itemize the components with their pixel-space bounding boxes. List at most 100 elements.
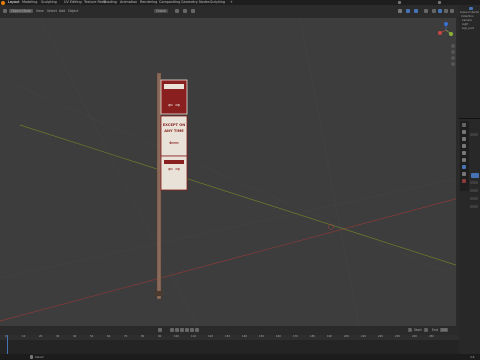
frame-tick: 170 [293, 335, 298, 338]
sign-post-object[interactable]: ⇐ ⇒ EXCEPT ON ANY TIME ⟸ ⇐ ⇒ [155, 72, 188, 300]
y-axis-line [19, 124, 459, 267]
editor-type-icon[interactable] [3, 9, 7, 13]
camera-view-icon[interactable] [451, 56, 455, 60]
outliner-item-light[interactable]: Light [462, 23, 479, 26]
version-label: 3.6 [470, 355, 475, 359]
zoom-icon[interactable] [451, 44, 455, 48]
property-row[interactable] [470, 133, 478, 136]
output-tab-icon[interactable] [462, 137, 466, 141]
view-layer-icon[interactable] [438, 1, 441, 4]
render-tab-icon[interactable] [462, 130, 466, 134]
snap-icon[interactable] [183, 9, 187, 13]
mouse-left-icon [30, 355, 33, 359]
frame-tick: 40 [73, 335, 77, 338]
property-row[interactable] [470, 181, 478, 184]
world-tab-icon[interactable] [462, 158, 466, 162]
sign-bottom-arrow: ⇐ ⇒ [168, 166, 180, 173]
sign-top-strip [164, 84, 184, 89]
prev-keyframe-icon[interactable] [175, 328, 179, 332]
menu-select[interactable]: Select [47, 9, 57, 13]
properties-content [469, 127, 480, 247]
end-frame-label: End [432, 328, 439, 332]
outliner-properties-divider[interactable] [459, 118, 480, 119]
next-keyframe-icon[interactable] [190, 328, 194, 332]
menu-view[interactable]: View [36, 9, 44, 13]
frame-tick: 220 [378, 335, 383, 338]
frame-tick: 210 [361, 335, 366, 338]
gizmo-x-icon[interactable] [438, 31, 442, 35]
scene-tab-icon[interactable] [462, 151, 466, 155]
sign-bottom-stripe [164, 160, 184, 164]
viewport-nav-buttons [451, 44, 455, 66]
viewport-canvas[interactable]: ⇐ ⇒ EXCEPT ON ANY TIME ⟸ ⇐ ⇒ [0, 18, 459, 331]
gizmo-toggle-icon[interactable] [406, 9, 410, 13]
scene-selector-icon[interactable] [398, 1, 401, 4]
play-icon[interactable] [185, 328, 189, 332]
modifier-tab-icon[interactable] [462, 172, 466, 176]
property-row[interactable] [470, 189, 478, 192]
properties-tab-bar [460, 121, 469, 191]
shading-solid-icon[interactable] [438, 9, 442, 13]
sign-pole[interactable] [156, 72, 162, 300]
pan-icon[interactable] [451, 50, 455, 54]
transform-orientation-dropdown[interactable]: Global [154, 9, 169, 13]
frame-tick: 20 [39, 335, 43, 338]
status-bar: Select 3.6 [0, 354, 480, 360]
current-frame-field[interactable]: 1 [408, 328, 413, 332]
navigation-gizmo[interactable] [438, 22, 453, 36]
visibility-icon[interactable] [398, 9, 402, 13]
shading-rendered-icon[interactable] [450, 9, 454, 13]
frame-tick: 30 [56, 335, 60, 338]
property-row[interactable] [470, 197, 478, 200]
outliner-item-camera[interactable]: Camera [462, 19, 479, 22]
blender-logo-icon[interactable] [1, 0, 5, 5]
frame-tick: 80 [141, 335, 145, 338]
menu-add[interactable]: Add [59, 9, 65, 13]
outliner-item-collection[interactable]: Collection [461, 15, 479, 18]
playhead[interactable] [7, 335, 8, 354]
object-tab-icon[interactable] [462, 165, 466, 169]
menu-object[interactable]: Object [68, 9, 78, 13]
perspective-toggle-icon[interactable] [451, 62, 455, 66]
frame-tick: 180 [310, 335, 315, 338]
object-mode-dropdown[interactable]: Object Mode [9, 9, 34, 13]
frame-tick: 50 [90, 335, 94, 338]
outliner-filter-icon[interactable] [469, 7, 473, 10]
jump-end-icon[interactable] [195, 328, 199, 332]
timeline[interactable]: 0 10 20 30 40 50 60 70 80 90 100 110 120… [0, 335, 459, 354]
frame-tick: 130 [225, 335, 230, 338]
pivot-icon[interactable] [175, 9, 179, 13]
sign-top-arrow: ⇐ ⇒ [168, 102, 180, 109]
3d-viewport[interactable]: ⇐ ⇒ EXCEPT ON ANY TIME ⟸ ⇐ ⇒ [0, 18, 459, 331]
proportional-edit-icon[interactable] [191, 9, 195, 13]
play-reverse-icon[interactable] [180, 328, 184, 332]
end-frame-field[interactable]: 250 [440, 328, 449, 332]
view-layer-tab-icon[interactable] [462, 144, 466, 148]
gizmo-y-icon[interactable] [449, 32, 453, 36]
frame-tick: 240 [412, 335, 417, 338]
shading-material-icon[interactable] [444, 9, 448, 13]
overlay-toggle-icon[interactable] [414, 9, 418, 13]
gizmo-z-icon[interactable] [444, 22, 448, 26]
jump-start-icon[interactable] [170, 328, 174, 332]
material-tab-icon[interactable] [462, 179, 466, 183]
start-frame-field[interactable]: 1 [424, 328, 429, 332]
property-field[interactable] [471, 173, 479, 178]
frame-tick: 70 [124, 335, 128, 338]
xray-toggle-icon[interactable] [424, 9, 428, 13]
tool-tab-icon[interactable] [462, 123, 466, 127]
frame-tick: 150 [259, 335, 264, 338]
sign-middle-arrow: ⟸ [169, 139, 179, 147]
sign-pole-base [155, 291, 163, 296]
keyframe-record-icon[interactable] [158, 328, 162, 332]
frame-tick: 110 [191, 335, 196, 338]
frame-tick: 230 [395, 335, 400, 338]
frame-tick: 140 [242, 335, 247, 338]
outliner-item-scene-collection[interactable]: Scene Collection [460, 11, 479, 14]
frame-tick: 60 [107, 335, 111, 338]
outliner-item-sign-post[interactable]: sign_post [462, 27, 479, 30]
sign-middle-panel[interactable] [160, 115, 188, 157]
timeline-header: 1 Start 1 End 250 [0, 326, 459, 335]
shading-wireframe-icon[interactable] [432, 9, 436, 13]
property-row[interactable] [470, 205, 478, 208]
